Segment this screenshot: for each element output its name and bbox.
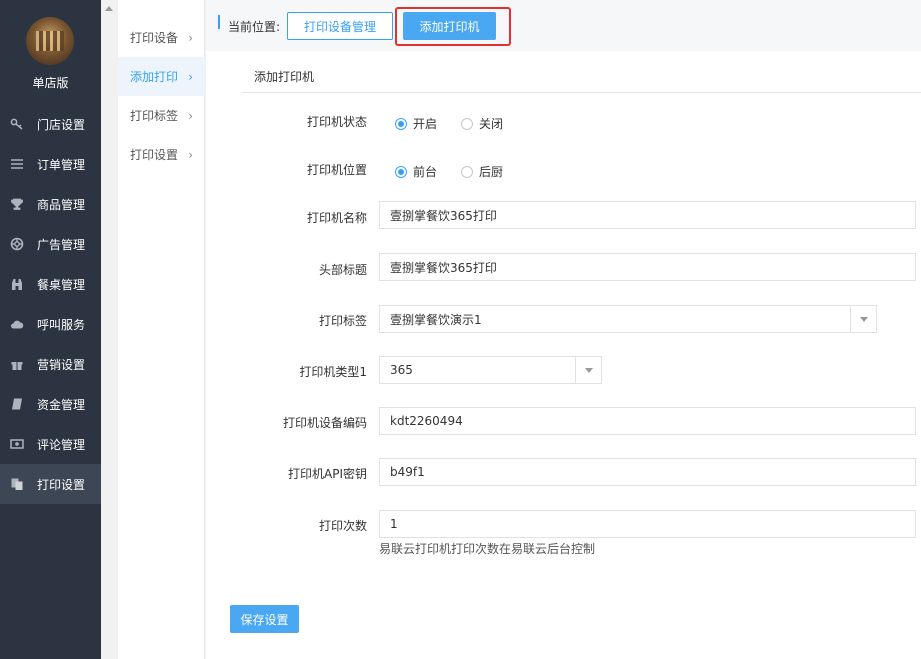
radio-label: 前台 [413,165,438,179]
position-label: 打印机位置 [306,163,367,177]
radio-dot [461,165,474,178]
api-key-input[interactable] [379,458,916,486]
printer-type-label: 打印机类型1 [299,365,367,379]
main-nav: 门店设置 订单管理 商品管理 广告管理 餐桌管理 呼叫服务 营销设置 资金管理 … [0,104,101,504]
sidebar-item-call-service[interactable]: 呼叫服务 [0,304,101,344]
print-tag-select[interactable]: 壹捌掌餐饮演示1 [379,305,877,333]
gift-icon [10,357,24,371]
list-icon [10,157,24,171]
chevron-down-icon[interactable] [850,306,876,332]
sidebar-item-products[interactable]: 商品管理 [0,184,101,224]
location-label: 当前位置: [228,20,281,34]
main-content: 当前位置: 打印设备管理 添加打印机 添加打印机 打印机状态 开启 关闭 打印机… [206,0,921,659]
sidebar-item-reviews[interactable]: 评论管理 [0,424,101,464]
radio-label: 开启 [413,117,438,131]
printer-management-button[interactable]: 打印设备管理 [287,12,393,40]
sidebar-item-label: 商品管理 [37,197,86,212]
sidebar-item-label: 餐桌管理 [37,277,86,292]
save-settings-button[interactable]: 保存设置 [230,605,299,633]
position-front-radio[interactable]: 前台 [395,163,437,180]
status-on-radio[interactable]: 开启 [395,115,437,132]
sidebar-item-label: 广告管理 [37,237,86,252]
cloud-icon [10,317,24,331]
divider [242,92,921,93]
sidebar-item-store-settings[interactable]: 门店设置 [0,104,101,144]
select-value: 365 [390,363,413,377]
sidebar-item-label: 资金管理 [37,397,86,412]
radio-dot [395,117,407,130]
sidebar-item-label: 评论管理 [37,437,86,452]
sidebar-item-tables[interactable]: 餐桌管理 [0,264,101,304]
breadcrumb-bar: 当前位置: 打印设备管理 添加打印机 [206,0,921,51]
chevron-right-icon: › [188,30,193,45]
money-icon [10,437,24,451]
radio-dot [461,117,474,130]
submenu-item-print-tags[interactable]: 打印标签 › [118,96,205,135]
status-off-radio[interactable]: 关闭 [461,115,503,132]
status-radio-group: 开启 关闭 [395,115,527,132]
select-value: 壹捌掌餐饮演示1 [390,312,482,327]
printer-name-label: 打印机名称 [306,211,367,225]
secondary-menu: 打印设备 › 添加打印 › 打印标签 › 打印设置 › [101,0,205,659]
scroll-up-icon[interactable] [105,6,113,11]
printer-type-select[interactable]: 365 [379,356,602,384]
store-name: 单店版 [32,76,69,90]
status-label: 打印机状态 [306,115,367,129]
sidebar-item-label: 打印设置 [37,477,86,492]
location-marker [218,15,220,29]
submenu-list: 打印设备 › 添加打印 › 打印标签 › 打印设置 › [118,18,205,174]
main-sidebar: 单店版 门店设置 订单管理 商品管理 广告管理 餐桌管理 呼叫服务 营销设置 资… [0,0,101,659]
chevron-right-icon: › [188,108,193,123]
submenu-item-label: 打印标签 [130,109,179,123]
submenu-item-label: 添加打印 [130,70,179,84]
sidebar-item-label: 门店设置 [37,117,86,132]
sidebar-item-label: 营销设置 [37,357,86,372]
submenu-item-print-devices[interactable]: 打印设备 › [118,18,205,57]
submenu-item-add-printer[interactable]: 添加打印 › [118,57,205,96]
print-tag-label: 打印标签 [318,314,367,328]
sidebar-item-label: 呼叫服务 [37,317,86,332]
device-code-input[interactable] [379,407,916,435]
book-icon [10,397,24,411]
position-radio-group: 前台 后厨 [395,163,527,180]
submenu-item-label: 打印设备 [130,31,179,45]
binoculars-icon [10,277,24,291]
radio-label: 后厨 [479,165,504,179]
key-icon [10,117,24,131]
radio-label: 关闭 [479,117,504,131]
add-printer-button[interactable]: 添加打印机 [403,12,496,40]
header-title-label: 头部标题 [318,263,367,277]
radio-dot [395,165,407,178]
printer-name-input[interactable] [379,201,916,229]
chevron-right-icon: › [188,69,193,84]
chevron-down-icon[interactable] [575,357,601,383]
sidebar-item-ads[interactable]: 广告管理 [0,224,101,264]
sidebar-item-label: 订单管理 [37,157,86,172]
header-title-input[interactable] [379,253,916,281]
print-count-hint: 易联云打印机打印次数在易联云后台控制 [379,542,596,556]
sidebar-item-marketing[interactable]: 营销设置 [0,344,101,384]
sidebar-item-print-settings[interactable]: 打印设置 [0,464,101,504]
print-count-label: 打印次数 [318,519,367,533]
menu-scrollbar[interactable] [101,0,118,659]
device-code-label: 打印机设备编码 [282,416,367,430]
submenu-item-label: 打印设置 [130,148,179,162]
sidebar-item-finance[interactable]: 资金管理 [0,384,101,424]
panel-title: 添加打印机 [254,70,315,84]
print-count-input[interactable] [379,510,916,538]
submenu-item-print-settings[interactable]: 打印设置 › [118,135,205,174]
trophy-icon [10,197,24,211]
lifebuoy-icon [10,237,24,251]
chevron-right-icon: › [188,147,193,162]
copy-icon [10,477,24,491]
api-key-label: 打印机API密钥 [288,467,367,481]
position-kitchen-radio[interactable]: 后厨 [461,163,503,180]
avatar[interactable] [26,17,74,65]
sidebar-item-orders[interactable]: 订单管理 [0,144,101,184]
